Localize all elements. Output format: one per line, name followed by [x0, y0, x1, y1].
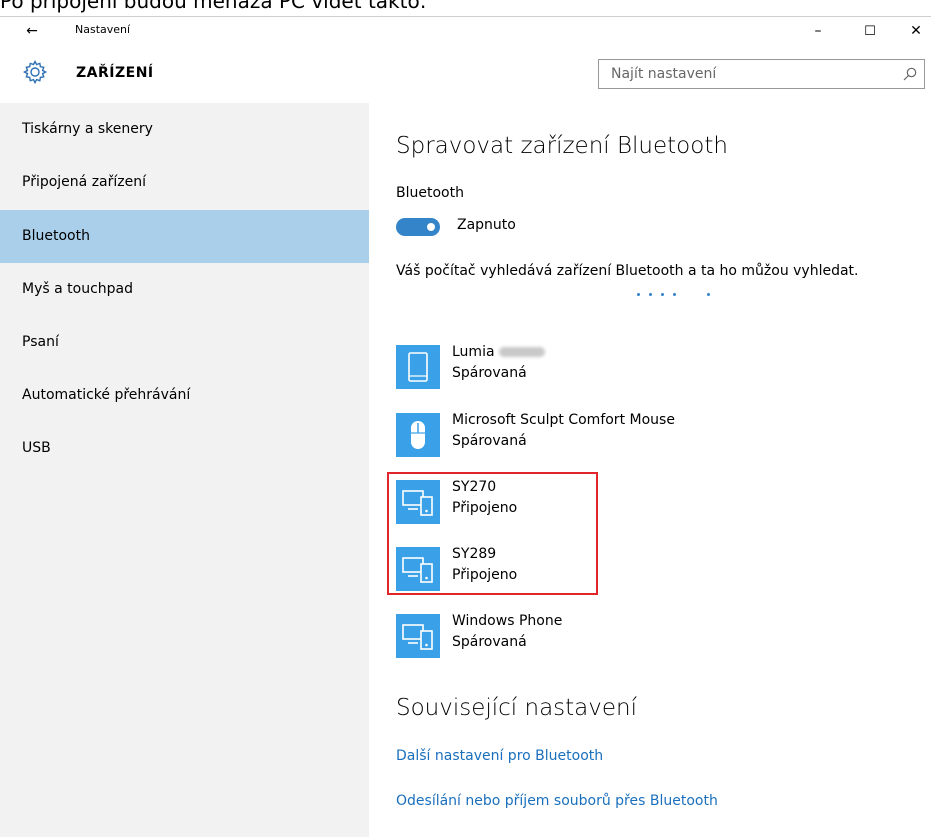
device-status: Spárovaná	[452, 433, 527, 449]
devices-icon	[396, 614, 440, 658]
mouse-icon	[396, 413, 440, 457]
bluetooth-label: Bluetooth	[396, 185, 464, 201]
search-input[interactable]	[599, 60, 901, 88]
highlight-box	[387, 472, 598, 595]
sidebar-item-printers[interactable]: Tiskárny a skenery	[0, 103, 369, 156]
search-icon[interactable]	[902, 66, 918, 82]
link-send-receive-files[interactable]: Odesílání nebo příjem souborů přes Bluet…	[396, 793, 718, 809]
device-item-lumia[interactable]: Lumia Spárovaná	[396, 344, 716, 397]
link-more-bluetooth-settings[interactable]: Další nastavení pro Bluetooth	[396, 748, 603, 764]
toggle-state-label: Zapnuto	[457, 217, 516, 233]
page-header: ZAŘÍZENÍ	[0, 51, 931, 95]
device-name: Microsoft Sculpt Comfort Mouse	[452, 412, 675, 428]
discovery-status: Váš počítač vyhledává zařízení Bluetooth…	[396, 263, 859, 279]
sidebar-item-typing[interactable]: Psaní	[0, 316, 369, 369]
sidebar-item-bluetooth[interactable]: Bluetooth	[0, 210, 369, 263]
minimize-button[interactable]: –	[795, 17, 841, 45]
sidebar-item-connected-devices[interactable]: Připojená zařízení	[0, 156, 369, 209]
device-item-mouse[interactable]: Microsoft Sculpt Comfort Mouse Spárovaná	[396, 412, 716, 465]
device-name: Windows Phone	[452, 613, 563, 629]
redacted-text	[498, 347, 545, 357]
sidebar-item-autoplay[interactable]: Automatické přehrávání	[0, 369, 369, 422]
bluetooth-toggle[interactable]	[396, 218, 440, 236]
page-title: Spravovat zařízení Bluetooth	[396, 133, 728, 159]
search-box[interactable]	[598, 59, 925, 89]
device-status: Spárovaná	[452, 634, 527, 650]
close-button[interactable]: ✕	[893, 17, 931, 45]
app-title: Nastavení	[75, 23, 131, 36]
section-title: ZAŘÍZENÍ	[76, 65, 154, 81]
sidebar: Tiskárny a skenery Připojená zařízení Bl…	[0, 103, 369, 837]
progress-dots-icon	[637, 293, 717, 299]
gear-icon	[22, 59, 48, 85]
toggle-knob	[427, 223, 435, 231]
page-caption: Po připojení budou menáža PČ vidět takto…	[0, 0, 427, 13]
main-content: Spravovat zařízení Bluetooth Bluetooth Z…	[369, 103, 931, 837]
settings-window: ← Nastavení – ☐ ✕ ZAŘÍZENÍ Tiskárny a sk…	[0, 16, 931, 837]
sidebar-item-mouse-touchpad[interactable]: Myš a touchpad	[0, 263, 369, 316]
title-bar: ← Nastavení – ☐ ✕	[0, 17, 931, 45]
maximize-button[interactable]: ☐	[847, 17, 893, 45]
device-name: Lumia	[452, 344, 495, 360]
related-settings-title: Související nastavení	[396, 695, 638, 721]
device-item-windows-phone[interactable]: Windows Phone Spárovaná	[396, 613, 716, 666]
back-arrow-icon[interactable]: ←	[22, 21, 42, 41]
phone-icon	[396, 345, 440, 389]
sidebar-item-usb[interactable]: USB	[0, 422, 369, 475]
device-status: Spárovaná	[452, 365, 527, 381]
